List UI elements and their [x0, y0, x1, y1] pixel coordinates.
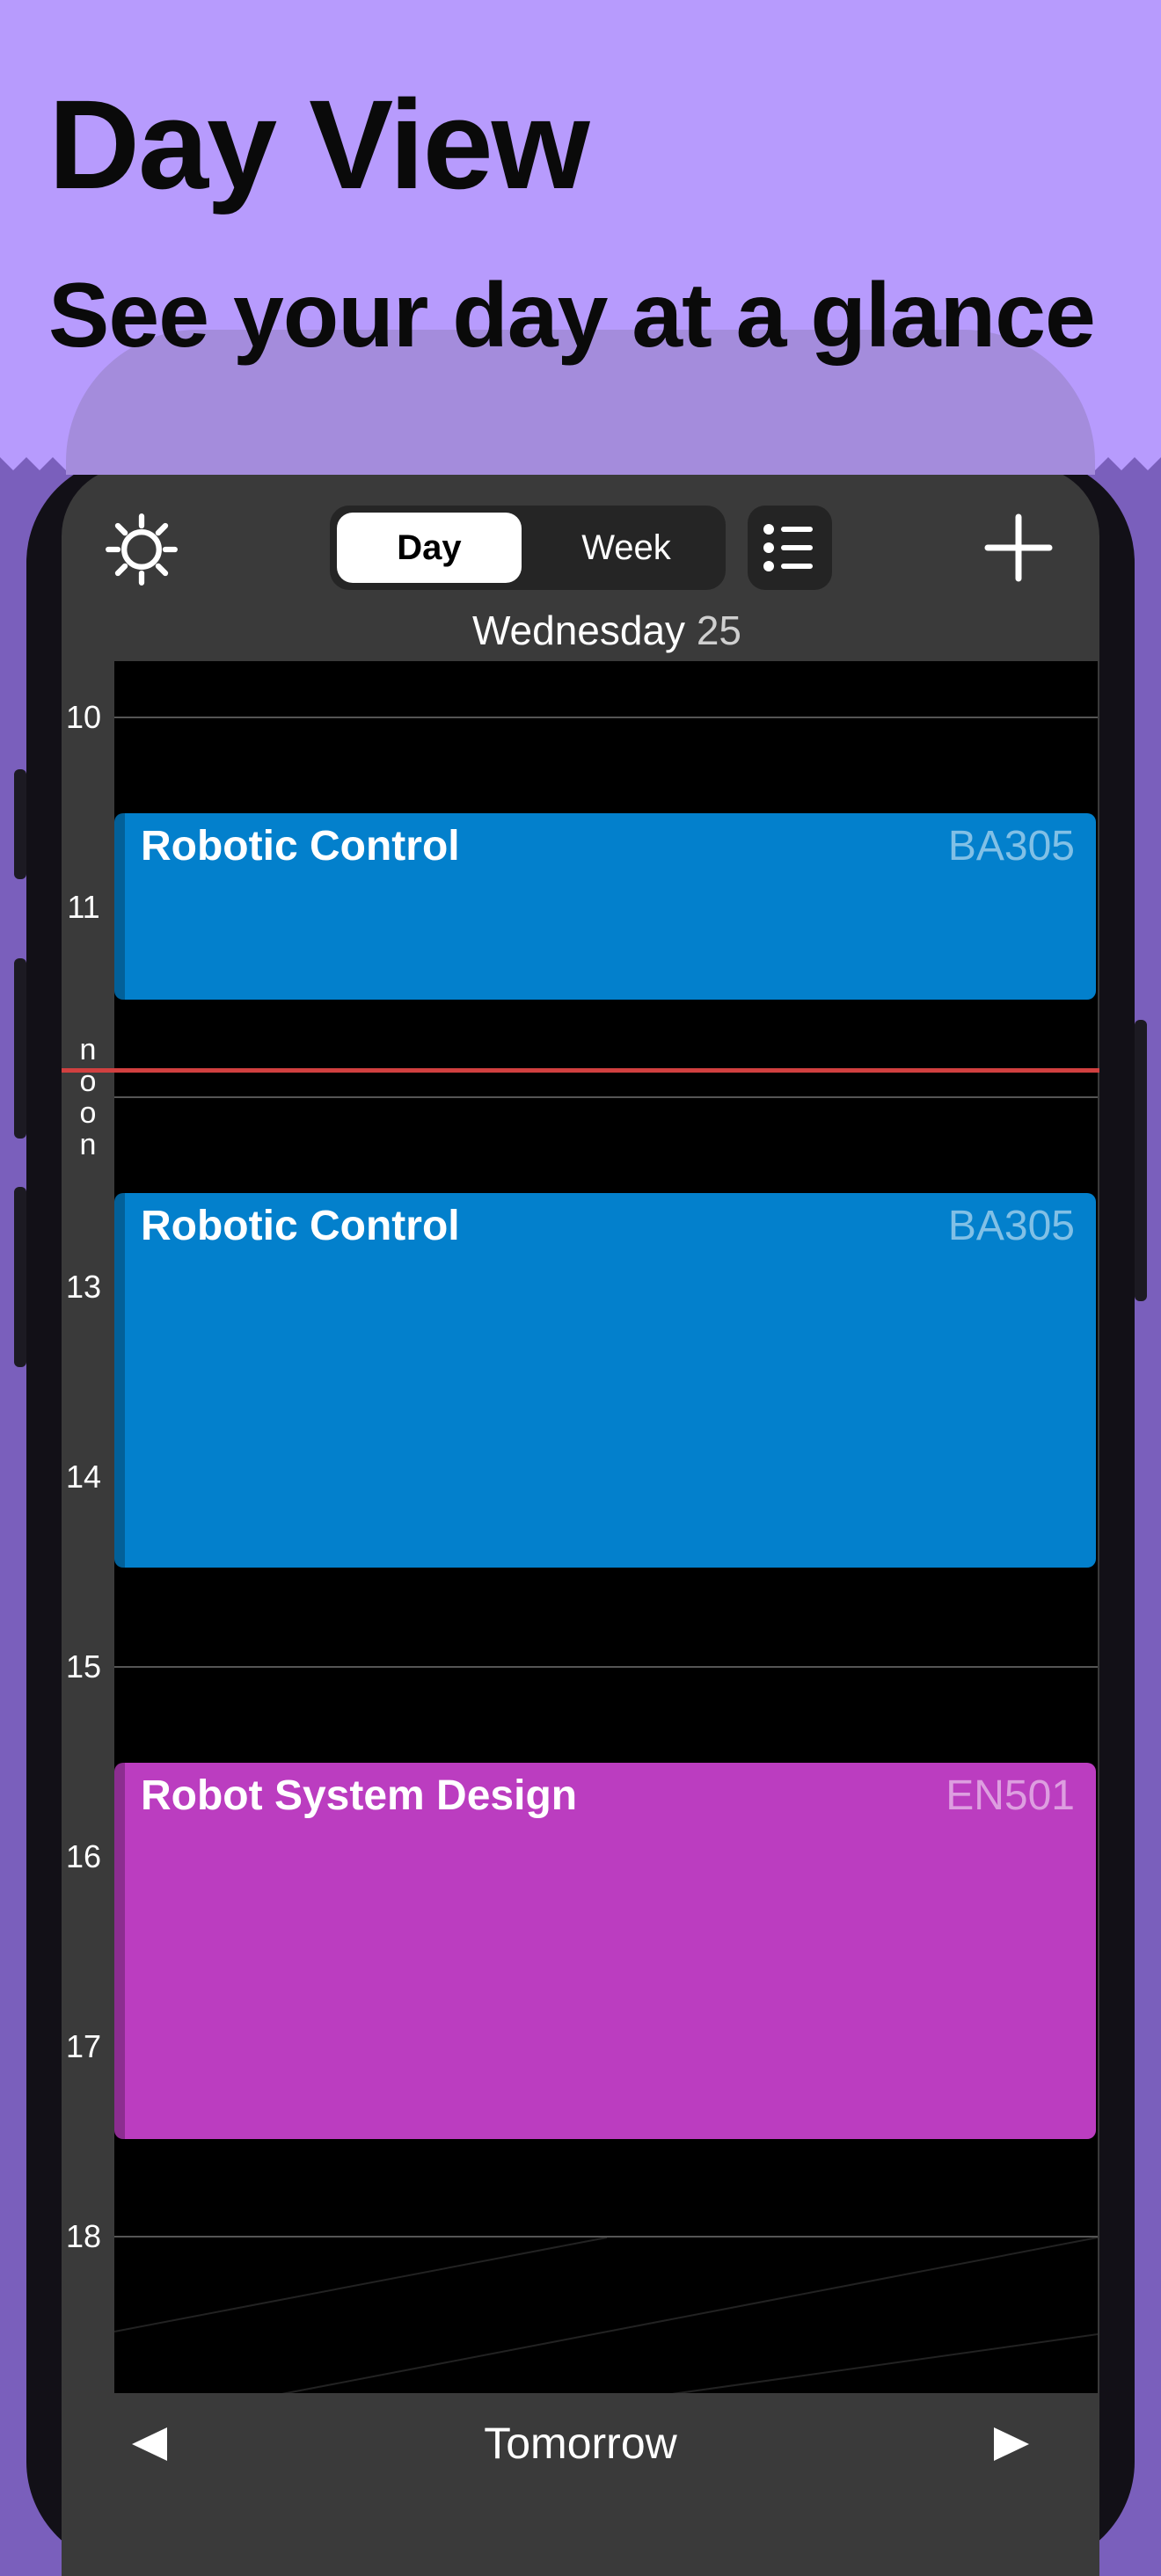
- phone-side-button: [14, 769, 26, 879]
- gear-icon[interactable]: [102, 510, 181, 589]
- event-title: Robotic Control: [141, 1203, 460, 1249]
- banner-title: Day View: [48, 74, 590, 215]
- current-date-label: Wednesday 25: [0, 607, 1161, 654]
- hour-label: 13: [65, 1269, 102, 1305]
- event-card[interactable]: Robotic Control BA305: [114, 1193, 1096, 1568]
- day-number: 25: [696, 608, 742, 653]
- view-mode-segmented-control: Day Week: [330, 506, 726, 590]
- hour-gridline: [114, 1096, 1098, 1098]
- noon-label: noon: [79, 1033, 97, 1161]
- hour-label: 15: [65, 1648, 102, 1685]
- hour-label: 17: [65, 2028, 102, 2064]
- phone-side-button: [14, 1187, 26, 1367]
- event-title: Robotic Control: [141, 823, 460, 870]
- hour-label: 18: [65, 2218, 102, 2254]
- current-time-indicator: [62, 1068, 1099, 1073]
- phone-side-button: [1135, 1020, 1147, 1301]
- plus-icon[interactable]: [983, 513, 1054, 583]
- phone-side-button: [14, 958, 26, 1139]
- list-icon: [763, 524, 813, 571]
- tab-day[interactable]: Day: [337, 513, 522, 583]
- hour-label: 14: [65, 1459, 102, 1495]
- hour-label: 11: [67, 889, 100, 925]
- hour-label: 10: [65, 699, 102, 735]
- event-title: Robot System Design: [141, 1772, 578, 1819]
- banner-subtitle: See your day at a glance: [48, 265, 1096, 367]
- event-room: EN501: [946, 1772, 1075, 1819]
- list-view-button[interactable]: [748, 506, 832, 590]
- timeline-empty-hatch: [114, 2237, 1098, 2396]
- promo-banner-overlay: [0, 0, 1161, 457]
- event-room: BA305: [947, 1203, 1075, 1249]
- hour-gridline: [114, 1666, 1098, 1668]
- tomorrow-button[interactable]: Tomorrow: [0, 2418, 1161, 2469]
- event-card[interactable]: Robotic Control BA305: [114, 813, 1096, 1000]
- weekday-label: Wednesday: [471, 608, 686, 653]
- hour-gridline: [114, 2236, 1098, 2238]
- tab-week[interactable]: Week: [534, 513, 719, 583]
- hour-gridline: [114, 717, 1098, 718]
- event-room: BA305: [947, 823, 1075, 870]
- event-card[interactable]: Robot System Design EN501: [114, 1763, 1096, 2139]
- triangle-right-icon[interactable]: [989, 2422, 1033, 2466]
- hour-label: 16: [65, 1838, 102, 1874]
